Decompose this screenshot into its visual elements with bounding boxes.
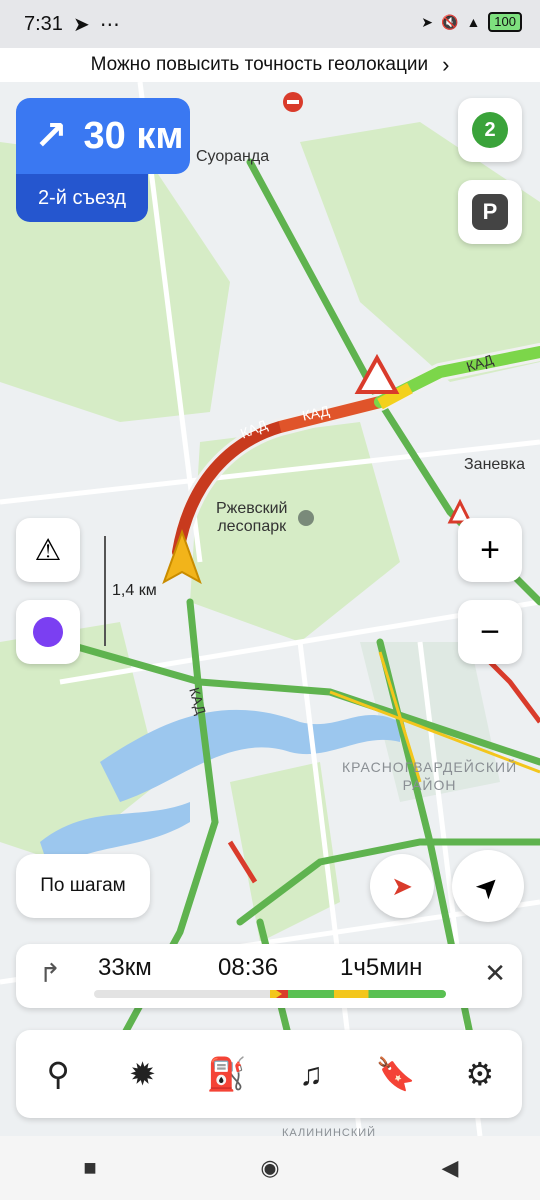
route-progress-bar <box>94 990 446 998</box>
status-time: 7:31 <box>24 13 63 35</box>
scale-label: 1,4 км <box>112 582 157 599</box>
geolocation-banner[interactable]: Можно повысить точность геолокации › <box>0 48 540 83</box>
turn-right-arrow-icon: ↗ <box>34 114 68 158</box>
map-label-zanevka: Заневка <box>464 456 526 473</box>
route-distance: 33км <box>98 954 152 981</box>
alice-voice-button[interactable] <box>16 600 80 664</box>
location-icon: ➤ <box>421 13 433 30</box>
settings-gear-icon[interactable]: ⚙ <box>455 1049 505 1099</box>
report-road-event-button[interactable]: ⚠ <box>16 518 80 582</box>
status-bar: 7:31 ➤ ⋯ ➤ 🔇 ▲ 100 <box>0 0 540 48</box>
route-panel[interactable]: ↱ 33км 08:36 1ч5мин ✕ <box>16 944 522 1008</box>
route-overview-icon[interactable]: ↱ <box>30 958 70 994</box>
compass-button[interactable]: ➤ <box>370 854 434 918</box>
close-route-button[interactable]: ✕ <box>484 958 506 989</box>
home-button[interactable]: ◉ <box>250 1148 290 1188</box>
minus-icon: − <box>480 612 500 651</box>
my-location-button[interactable]: ➤ <box>452 850 524 922</box>
back-button[interactable]: ◀ <box>430 1148 470 1188</box>
arrival-time: 08:36 <box>218 954 279 981</box>
route-duration: 1ч5мин <box>340 954 423 981</box>
maneuver-distance: 30 км <box>83 114 184 157</box>
step-by-step-button[interactable]: По шагам <box>16 854 150 918</box>
recent-apps-button[interactable]: ■ <box>70 1148 110 1188</box>
traffic-button[interactable]: 2 <box>458 98 522 162</box>
parking-button[interactable]: P <box>458 180 522 244</box>
zoom-in-button[interactable]: + <box>458 518 522 582</box>
warning-icon: ⚠ <box>34 533 62 567</box>
plus-icon: + <box>480 530 500 569</box>
map-label-kalininsky: КАЛИНИНСКИЙ <box>282 1127 377 1136</box>
navigation-arrow-icon: ➤ <box>468 866 508 906</box>
music-icon[interactable]: ♫ <box>286 1049 336 1099</box>
battery-indicator: 100 <box>488 12 522 32</box>
route-position-marker <box>270 990 282 998</box>
parking-icon: P <box>472 194 508 230</box>
ar-sun-icon[interactable]: ✹ <box>117 1049 167 1099</box>
maneuver-top: ↗ 30 км <box>16 98 190 174</box>
chevron-right-icon: › <box>442 52 450 77</box>
map-label-suoranda: Суоранда <box>196 148 270 165</box>
more-icon: ⋯ <box>99 14 120 36</box>
telegram-icon: ➤ <box>72 14 90 36</box>
scale-bar <box>104 536 106 646</box>
route-traffic-fill <box>274 990 446 998</box>
traffic-level-badge: 2 <box>472 112 508 148</box>
compass-icon: ➤ <box>391 870 413 901</box>
search-icon[interactable]: ⚲ <box>33 1049 83 1099</box>
bottom-toolbar: ⚲ ✹ ⛽ ♫ 🔖 ⚙ <box>16 1030 522 1118</box>
maneuver-card[interactable]: ↗ 30 км 2-й съезд <box>16 98 190 224</box>
banner-text: Можно повысить точность геолокации <box>90 54 429 75</box>
map-label-rzhevsky-park: Ржевский лесопарк <box>216 500 288 535</box>
map-label-district: КРАСНОГВАРДЕЙСКИЙ РАЙОН <box>342 759 518 793</box>
bookmarks-icon[interactable]: 🔖 <box>370 1049 420 1099</box>
signal-icon: ▲ <box>466 14 481 30</box>
fuel-icon[interactable]: ⛽ <box>202 1049 252 1099</box>
zoom-out-button[interactable]: − <box>458 600 522 664</box>
mute-icon: 🔇 <box>441 13 459 30</box>
alice-icon <box>33 617 63 647</box>
system-navigation-bar: ■ ◉ ◀ <box>0 1136 540 1200</box>
maneuver-exit: 2-й съезд <box>16 174 148 222</box>
